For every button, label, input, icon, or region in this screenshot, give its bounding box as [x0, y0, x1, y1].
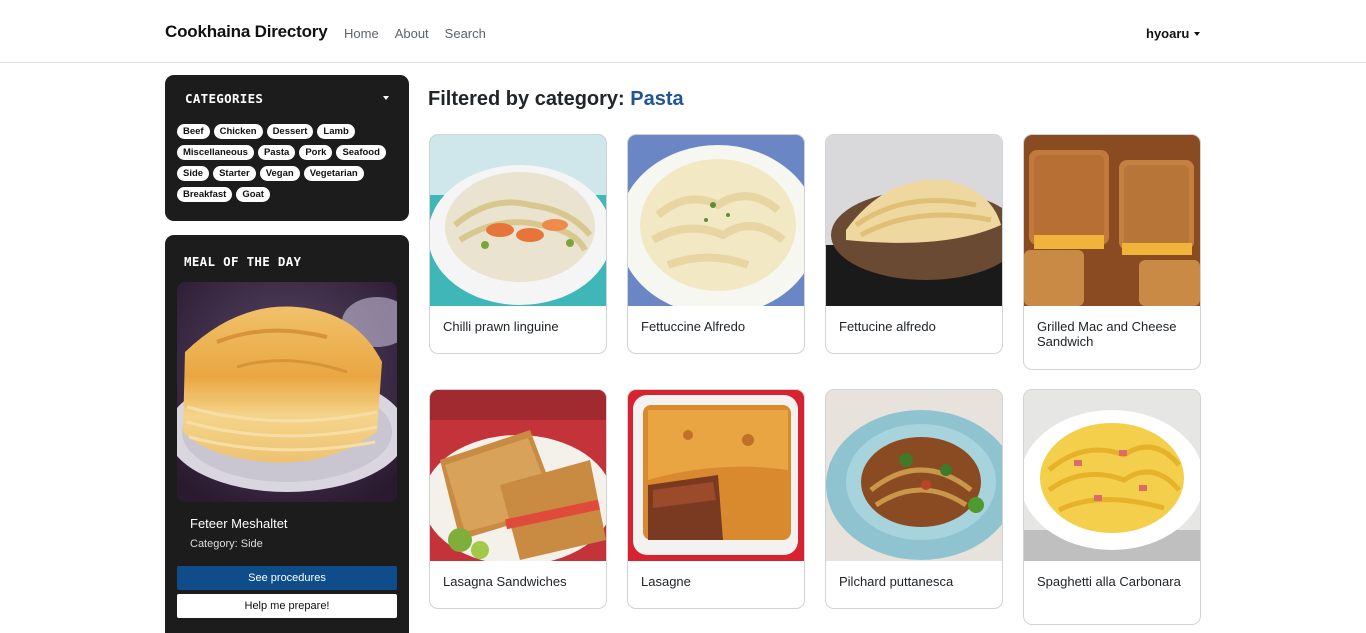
username: hyoaru: [1146, 26, 1190, 41]
user-menu[interactable]: hyoaru: [1146, 26, 1201, 41]
categories-title: CATEGORIES: [185, 91, 264, 106]
meal-title: Chilli prawn linguine: [443, 319, 559, 334]
meal-of-the-day-category: Category: Side: [190, 538, 263, 550]
meal-card[interactable]: Chilli prawn linguine: [429, 134, 607, 354]
meal-image: [826, 390, 1002, 561]
category-tags: Beef Chicken Dessert Lamb Miscellaneous …: [177, 124, 401, 202]
nav-links: Home About Search: [344, 26, 486, 41]
meal-image: [1024, 390, 1200, 561]
meal-of-the-day-image: [177, 282, 397, 502]
meal-card[interactable]: Lasagne: [627, 389, 805, 609]
see-procedures-button[interactable]: See procedures: [177, 566, 397, 590]
meal-card[interactable]: Grilled Mac and Cheese Sandwich: [1023, 134, 1201, 370]
meal-image: [430, 390, 606, 561]
meal-image: [628, 135, 804, 306]
category-tag-pork[interactable]: Pork: [299, 145, 333, 160]
nav-link-search[interactable]: Search: [445, 26, 486, 41]
category-tag-breakfast[interactable]: Breakfast: [177, 187, 233, 202]
category-tag-goat[interactable]: Goat: [236, 187, 270, 202]
category-tag-pasta[interactable]: Pasta: [257, 145, 296, 160]
heading-prefix: Filtered by category:: [428, 88, 625, 110]
category-tag-seafood[interactable]: Seafood: [336, 145, 386, 160]
meal-title: Fettucine alfredo: [839, 319, 936, 334]
brand-logo[interactable]: Cookhaina Directory: [165, 22, 328, 42]
meal-of-the-day-panel: MEAL OF THE DAY Feteer Meshaltet Categor…: [165, 235, 409, 633]
caret-down-icon: [1194, 31, 1201, 36]
category-tag-beef[interactable]: Beef: [177, 124, 210, 139]
meal-image: [628, 390, 804, 561]
category-tag-lamb[interactable]: Lamb: [317, 124, 355, 139]
meal-card[interactable]: Spaghetti alla Carbonara: [1023, 389, 1201, 625]
meal-image: [430, 135, 606, 306]
meal-of-the-day-name: Feteer Meshaltet: [190, 516, 288, 531]
category-tag-chicken[interactable]: Chicken: [213, 124, 263, 139]
meal-card[interactable]: Fettucine alfredo: [825, 134, 1003, 354]
meal-title: Fettuccine Alfredo: [641, 319, 746, 334]
meal-card[interactable]: Lasagna Sandwiches: [429, 389, 607, 609]
caret-down-icon[interactable]: [383, 96, 389, 100]
meal-card[interactable]: Fettuccine Alfredo: [627, 134, 805, 354]
meal-image: [826, 135, 1002, 306]
category-tag-dessert[interactable]: Dessert: [266, 124, 314, 139]
navbar: Cookhaina Directory Home About Search hy…: [0, 0, 1366, 63]
nav-link-home[interactable]: Home: [344, 26, 379, 41]
meal-title: Lasagna Sandwiches: [443, 574, 567, 589]
category-tag-miscellaneous[interactable]: Miscellaneous: [177, 145, 254, 160]
meal-title: Lasagne: [641, 574, 691, 589]
heading-category: Pasta: [630, 88, 684, 110]
help-me-prepare-button[interactable]: Help me prepare!: [177, 594, 397, 618]
category-tag-vegan[interactable]: Vegan: [259, 166, 300, 181]
meal-title: Grilled Mac and Cheese Sandwich: [1037, 319, 1177, 349]
meal-card[interactable]: Pilchard puttanesca: [825, 389, 1003, 609]
page-title: Filtered by category: Pasta: [428, 88, 684, 111]
category-tag-vegetarian[interactable]: Vegetarian: [303, 166, 364, 181]
nav-link-about[interactable]: About: [395, 26, 429, 41]
meal-of-the-day-title: MEAL OF THE DAY: [184, 254, 302, 269]
category-tag-side[interactable]: Side: [177, 166, 210, 181]
categories-panel: CATEGORIES Beef Chicken Dessert Lamb Mis…: [165, 75, 409, 221]
category-tag-starter[interactable]: Starter: [213, 166, 256, 181]
meal-image: [1024, 135, 1200, 306]
meal-title: Pilchard puttanesca: [839, 574, 954, 589]
meal-title: Spaghetti alla Carbonara: [1037, 574, 1181, 589]
